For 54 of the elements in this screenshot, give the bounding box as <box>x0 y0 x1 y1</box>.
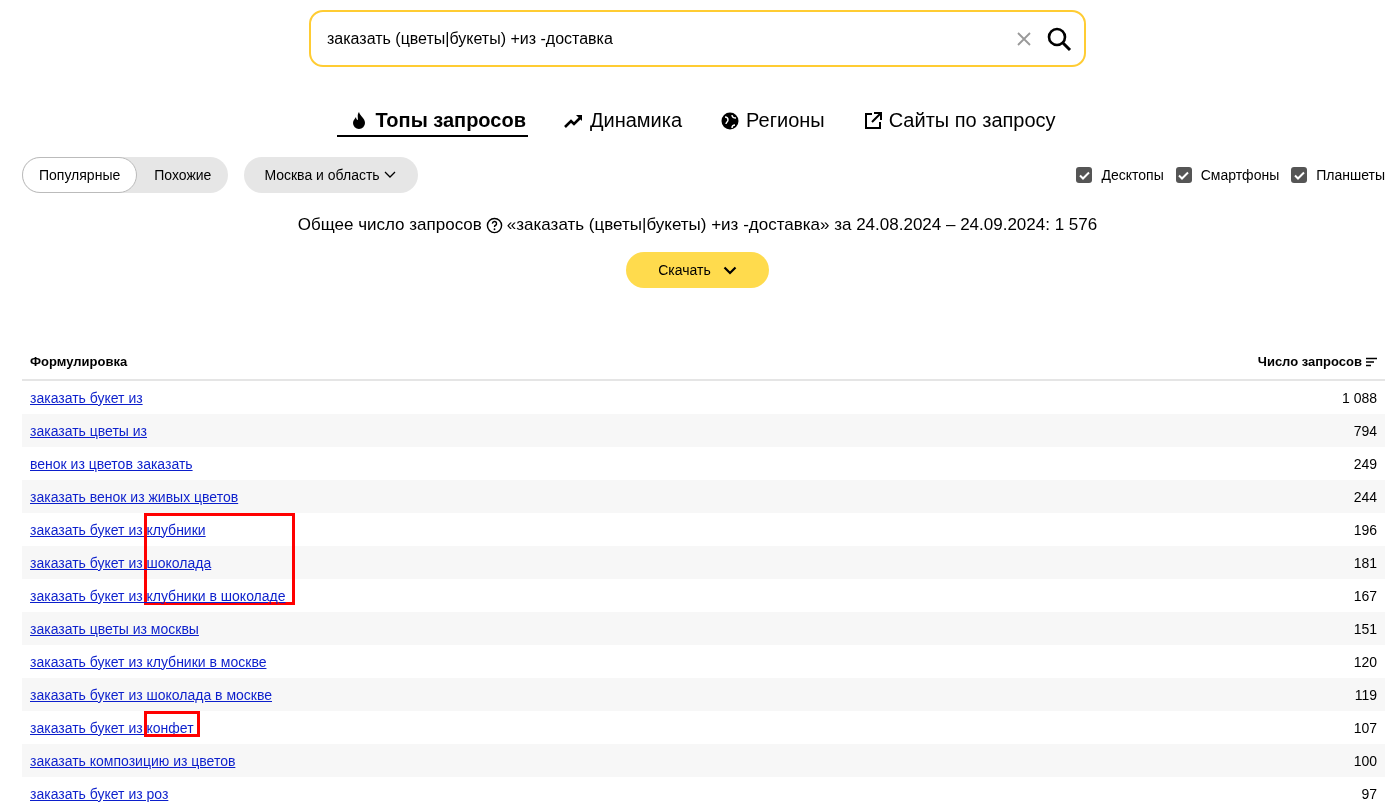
count-cell: 97 <box>1361 785 1377 802</box>
total-label: Общее число запросов <box>297 215 482 235</box>
query-link[interactable]: заказать букет из шоколада <box>30 554 212 571</box>
device-checkbox[interactable]: Десктопы <box>1076 167 1164 183</box>
tab[interactable]: Динамика <box>551 109 685 137</box>
external-link-icon <box>862 110 883 131</box>
tab[interactable]: Сайты по запросу <box>850 109 1058 137</box>
checkbox[interactable] <box>1291 167 1308 183</box>
query-link[interactable]: венок из цветов заказать <box>30 455 193 472</box>
device-checkbox[interactable]: Планшеты <box>1291 167 1385 183</box>
count-cell: 249 <box>1353 455 1377 472</box>
tab[interactable]: Топы запросов <box>337 109 528 137</box>
region-dropdown[interactable]: Москва и область <box>244 157 418 193</box>
count-cell: 107 <box>1353 719 1377 736</box>
query-link[interactable]: заказать венок из живых цветов <box>30 488 239 505</box>
count-cell: 100 <box>1353 752 1377 769</box>
count-cell: 196 <box>1353 521 1377 538</box>
column-header: Формулировка <box>22 344 932 380</box>
query-link[interactable]: заказать букет из роз <box>30 785 169 802</box>
download-button[interactable]: Скачать <box>626 252 769 288</box>
column-header[interactable]: Число запросов <box>1257 354 1362 369</box>
checkbox[interactable] <box>1076 167 1093 183</box>
query-link[interactable]: заказать букет из <box>30 389 143 406</box>
count-cell: 244 <box>1353 488 1377 505</box>
count-cell: 119 <box>1354 686 1377 703</box>
chevron-down-icon <box>722 265 737 275</box>
count-cell: 181 <box>1353 554 1377 571</box>
query-link[interactable]: заказать букет из шоколада в москве <box>30 686 272 703</box>
count-cell: 1 088 <box>1341 389 1377 406</box>
search-bar[interactable]: заказать (цветы|букеты) +из -доставка <box>309 10 1086 67</box>
tab[interactable]: Регионы <box>708 109 827 137</box>
clear-icon[interactable] <box>1016 30 1032 47</box>
count-cell: 794 <box>1353 422 1377 439</box>
query-link[interactable]: заказать композицию из цветов <box>30 752 236 769</box>
query-link[interactable]: заказать букет из клубники <box>30 521 206 538</box>
search-icon[interactable] <box>1046 25 1072 52</box>
query-link[interactable]: заказать букет из конфет <box>30 719 194 736</box>
query-link[interactable]: заказать букет из клубники в шоколаде <box>30 587 286 604</box>
mode-option[interactable]: Популярные <box>22 157 138 193</box>
sort-icon[interactable] <box>1366 356 1377 367</box>
search-field[interactable]: заказать (цветы|букеты) +из -доставка <box>325 28 1002 49</box>
count-cell: 120 <box>1353 653 1377 670</box>
query-link[interactable]: заказать цветы из москвы <box>30 620 199 637</box>
total-summary: «заказать (цветы|букеты) +из -доставка» за 24.08.2024 – 24.09.2024: 1 576 <box>506 215 1098 235</box>
mode-option[interactable]: Похожие <box>137 157 229 193</box>
device-checkbox[interactable]: Смартфоны <box>1175 167 1280 183</box>
count-cell: 151 <box>1353 620 1377 637</box>
globe-icon <box>720 110 741 131</box>
chevron-down-icon <box>383 171 396 179</box>
query-link[interactable]: заказать букет из клубники в москве <box>30 653 267 670</box>
checkbox[interactable] <box>1175 167 1192 183</box>
query-link[interactable]: заказать цветы из <box>30 422 147 439</box>
count-cell: 167 <box>1353 587 1377 604</box>
help-icon[interactable] <box>485 216 503 234</box>
